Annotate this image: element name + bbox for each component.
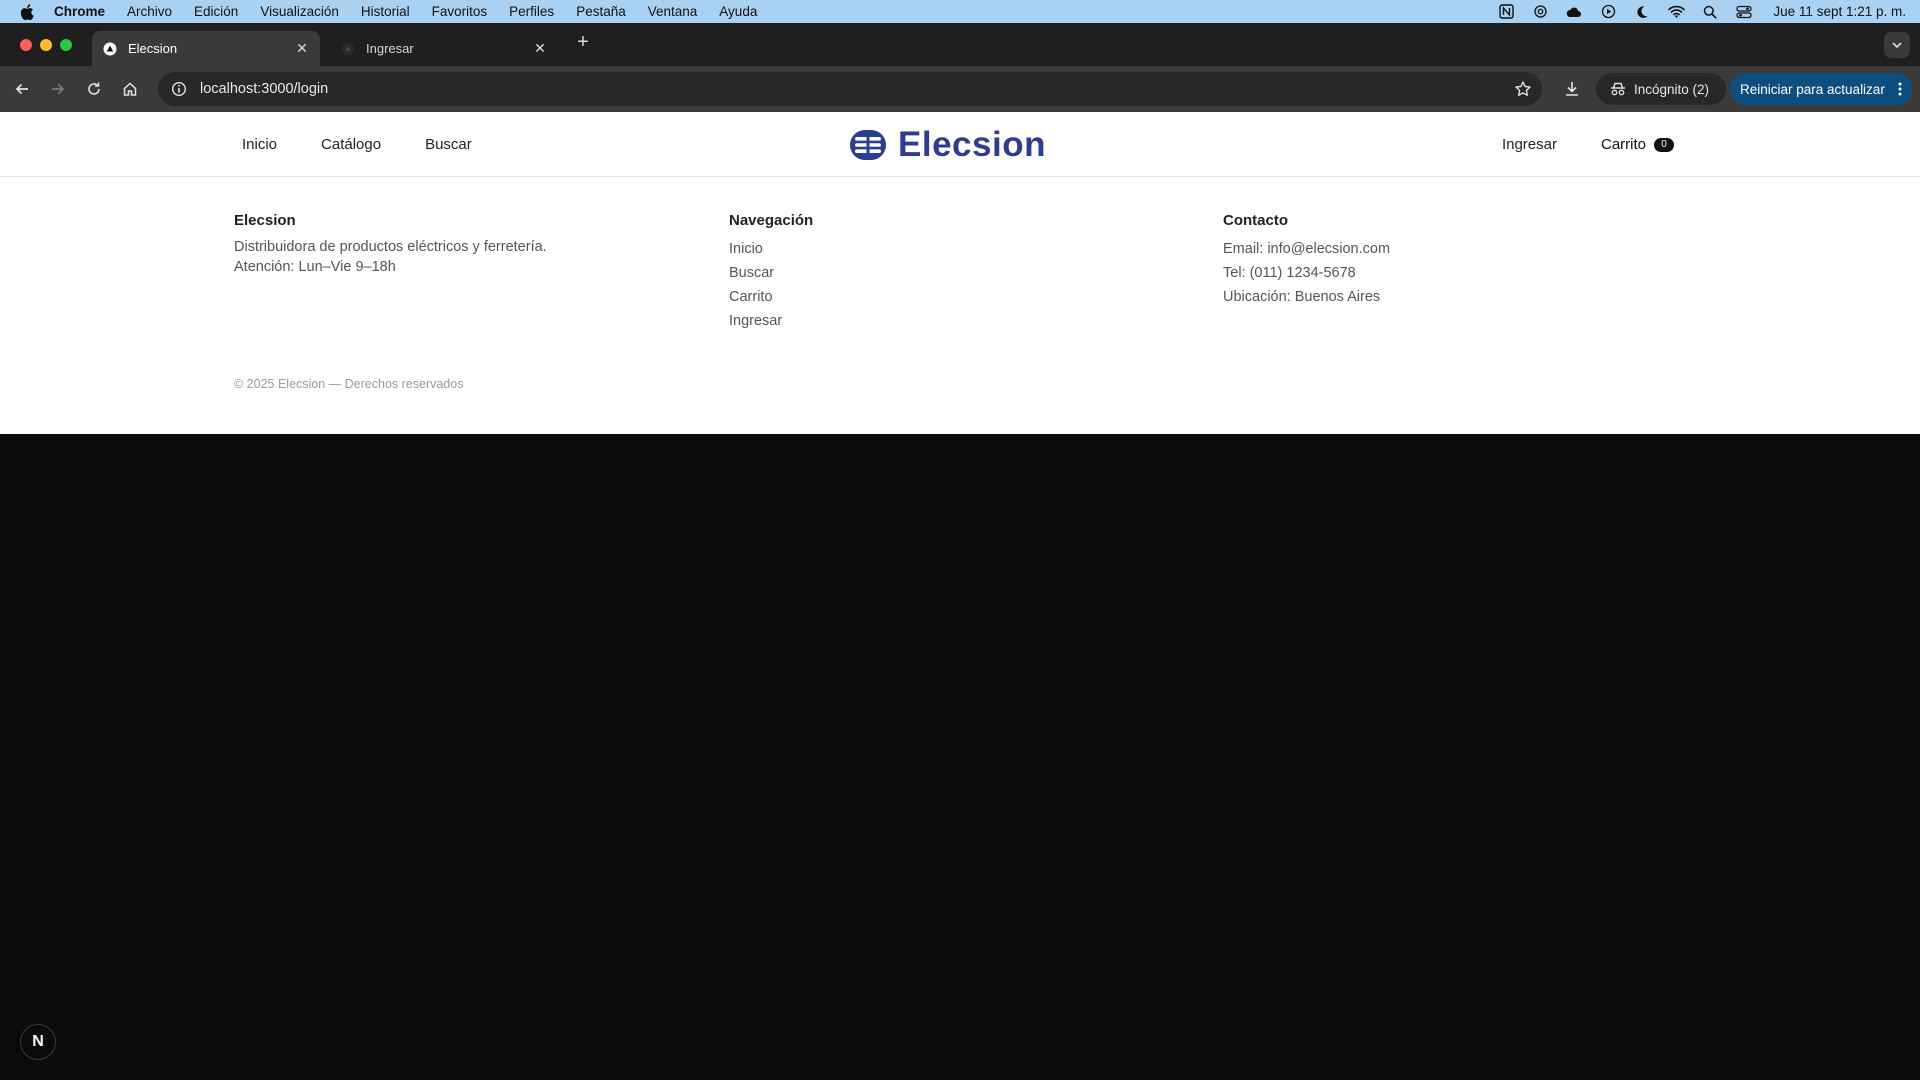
downloads-button[interactable]	[1561, 78, 1583, 100]
elecsion-logo-icon	[850, 130, 886, 160]
reload-icon	[88, 82, 100, 95]
footer-contact: Contacto Email: info@elecsion.com Tel: (…	[1223, 212, 1390, 309]
arrow-left-icon	[15, 83, 28, 95]
url-text[interactable]: localhost:3000/login	[200, 81, 328, 97]
page-viewport: Inicio Catálogo Buscar Elecsion Ingresar…	[0, 112, 1920, 1080]
close-window-button[interactable]	[20, 39, 32, 51]
menu-perfiles[interactable]: Perfiles	[509, 4, 554, 19]
bookmark-star-icon[interactable]	[1514, 80, 1532, 98]
menubar-clock[interactable]: Jue 11 sept 1:21 p. m.	[1773, 4, 1906, 19]
tab-search-button[interactable]	[1884, 32, 1910, 58]
home-button[interactable]	[119, 78, 141, 100]
footer-link-buscar[interactable]: Buscar	[729, 261, 813, 285]
notion-icon[interactable]	[1497, 4, 1515, 20]
cart-count-badge: 0	[1654, 137, 1674, 152]
main-nav: Inicio Catálogo Buscar	[242, 112, 472, 177]
close-tab-icon[interactable]: ✕	[532, 40, 548, 57]
footer-link-inicio[interactable]: Inicio	[729, 237, 813, 261]
tab-title: Elecsion	[128, 41, 178, 56]
footer-navigation: Navegación Inicio Buscar Carrito Ingresa…	[729, 212, 813, 333]
login-link[interactable]: Ingresar	[1502, 136, 1557, 153]
footer-about-hours: Atención: Lun–Vie 9–18h	[234, 259, 396, 275]
cloud-app-icon[interactable]	[1565, 4, 1583, 20]
footer-link-ingresar[interactable]: Ingresar	[729, 309, 813, 333]
globe-favicon-icon	[340, 41, 356, 57]
wifi-icon[interactable]	[1667, 4, 1685, 20]
footer-contact-email: Email: info@elecsion.com	[1223, 241, 1391, 257]
download-icon	[1566, 82, 1578, 96]
incognito-icon	[1611, 82, 1625, 96]
footer-contact-location: Ubicación: Buenos Aires	[1223, 289, 1381, 305]
footer-contact-phone: Tel: (011) 1234-5678	[1223, 265, 1356, 281]
tab-ingresar[interactable]: Ingresar ✕	[330, 31, 558, 66]
incognito-profile-button[interactable]: Incógnito (2)	[1596, 73, 1726, 105]
logo-wordmark: Elecsion	[898, 125, 1046, 164]
nav-link-inicio[interactable]: Inicio	[242, 136, 277, 153]
home-icon	[123, 82, 137, 96]
close-tab-icon[interactable]: ✕	[294, 40, 310, 57]
nav-link-buscar[interactable]: Buscar	[425, 136, 472, 153]
cart-label: Carrito	[1600, 136, 1646, 153]
menu-historial[interactable]: Historial	[361, 4, 410, 19]
footer-copyright: © 2025 Elecsion — Derechos reservados	[234, 377, 464, 391]
footer-navigation-title: Navegación	[729, 212, 814, 229]
triangle-favicon-icon	[102, 41, 118, 57]
forward-button[interactable]	[47, 78, 69, 100]
chevron-down-icon	[1892, 42, 1902, 49]
search-icon[interactable]	[1701, 4, 1719, 20]
maximize-window-button[interactable]	[60, 39, 72, 51]
incognito-label: Incógnito (2)	[1634, 81, 1710, 97]
arrow-right-icon	[52, 83, 65, 95]
footer-about-description: Distribuidora de productos eléctricos y …	[234, 239, 547, 255]
control-center-icon[interactable]	[1735, 4, 1753, 20]
menu-visualizacion[interactable]: Visualización	[260, 4, 339, 19]
footer-contact-title: Contacto	[1223, 212, 1288, 229]
user-nav: Ingresar Carrito 0	[1502, 112, 1674, 177]
site-info-icon[interactable]	[170, 80, 188, 98]
menu-chrome[interactable]: Chrome	[54, 4, 105, 19]
menu-favoritos[interactable]: Favoritos	[432, 4, 488, 19]
menu-pestana[interactable]: Pestaña	[576, 4, 626, 19]
play-icon[interactable]	[1599, 4, 1617, 20]
address-bar[interactable]: localhost:3000/login	[158, 72, 1542, 106]
menu-ventana[interactable]: Ventana	[648, 4, 698, 19]
menu-ayuda[interactable]: Ayuda	[719, 4, 757, 19]
nextjs-dev-tools-button[interactable]: N	[20, 1024, 56, 1060]
new-tab-button[interactable]: +	[572, 31, 594, 53]
site-logo[interactable]: Elecsion	[850, 125, 1046, 164]
apple-icon[interactable]	[0, 3, 54, 20]
kebab-menu-icon[interactable]	[1898, 81, 1902, 100]
moon-icon[interactable]	[1633, 4, 1651, 20]
cart-link[interactable]: Carrito 0	[1601, 136, 1674, 153]
footer-about-title: Elecsion	[234, 212, 296, 229]
macos-menubar: Chrome Archivo Edición Visualización His…	[0, 0, 1920, 23]
site-footer: Elecsion Distribuidora de productos eléc…	[0, 177, 1920, 434]
update-label: Reiniciar para actualizar	[1740, 81, 1885, 97]
window-controls	[20, 39, 72, 51]
browser-toolbar: localhost:3000/login Incógnito (2) Reini…	[0, 66, 1920, 112]
empty-page-background	[0, 434, 1920, 1080]
openai-icon[interactable]	[1531, 4, 1549, 20]
relaunch-update-button[interactable]: Reiniciar para actualizar	[1730, 73, 1912, 105]
reload-button[interactable]	[83, 78, 105, 100]
footer-link-carrito[interactable]: Carrito	[729, 285, 813, 309]
tab-elecsion[interactable]: Elecsion ✕	[92, 31, 320, 66]
menu-edicion[interactable]: Edición	[194, 4, 238, 19]
footer-about: Elecsion Distribuidora de productos eléc…	[234, 212, 547, 277]
minimize-window-button[interactable]	[40, 39, 52, 51]
menu-archivo[interactable]: Archivo	[127, 4, 172, 19]
nav-link-catalogo[interactable]: Catálogo	[321, 136, 381, 153]
site-header: Inicio Catálogo Buscar Elecsion Ingresar…	[0, 112, 1920, 177]
back-button[interactable]	[11, 78, 33, 100]
tab-title: Ingresar	[366, 41, 414, 56]
